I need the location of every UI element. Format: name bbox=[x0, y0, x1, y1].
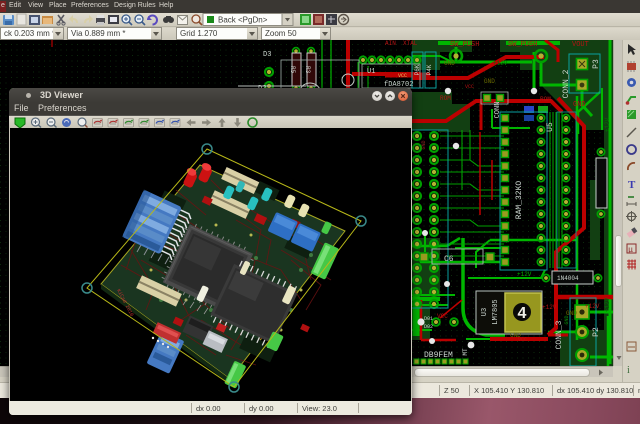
svg-text:T: T bbox=[628, 179, 636, 191]
svg-text:P4K: P4K bbox=[426, 64, 433, 75]
svg-text:+12V: +12V bbox=[604, 117, 611, 132]
svg-text:GND: GND bbox=[484, 78, 495, 85]
svg-text:SW_PUSH: SW_PUSH bbox=[508, 41, 537, 49]
svg-text:VCC: VCC bbox=[398, 73, 407, 79]
svg-text:µ: µ bbox=[628, 245, 633, 254]
svg-text:DB9FEM: DB9FEM bbox=[424, 351, 453, 360]
svg-text:U3: U3 bbox=[481, 308, 489, 316]
svg-text:CONN: CONN bbox=[494, 102, 502, 119]
svg-text:D3: D3 bbox=[263, 51, 271, 59]
svg-text:U5: U5 bbox=[546, 122, 555, 132]
svg-text:4: 4 bbox=[518, 305, 527, 322]
svg-text:U1: U1 bbox=[367, 68, 375, 76]
svg-text:AIN: AIN bbox=[385, 40, 396, 47]
svg-text:Back <PgDn>: Back <PgDn> bbox=[218, 16, 268, 25]
svg-text:R3: R3 bbox=[304, 66, 311, 74]
svg-text:P2: P2 bbox=[592, 327, 601, 337]
svg-text:ROM: ROM bbox=[440, 95, 451, 102]
svg-text:VCC: VCC bbox=[465, 84, 474, 90]
svg-text:D02: D02 bbox=[424, 324, 433, 330]
svg-text:CONN_3: CONN_3 bbox=[555, 320, 564, 349]
svg-text:+12V: +12V bbox=[604, 297, 611, 312]
svg-text:1N4004: 1N4004 bbox=[557, 275, 579, 282]
svg-text:P3: P3 bbox=[592, 59, 601, 69]
svg-text:GND: GND bbox=[510, 332, 521, 339]
svg-text:VCC: VCC bbox=[437, 313, 448, 320]
svg-text:MT: MT bbox=[462, 348, 469, 356]
svg-text:+12V: +12V bbox=[542, 304, 557, 311]
svg-text:+12V: +12V bbox=[585, 303, 600, 310]
svg-text:GND: GND bbox=[421, 140, 427, 149]
svg-text:i: i bbox=[627, 365, 630, 376]
svg-text:+12V: +12V bbox=[493, 60, 508, 67]
svg-text:GND: GND bbox=[573, 101, 586, 109]
svg-text:R5: R5 bbox=[289, 66, 296, 74]
svg-text:RAM_32KO: RAM_32KO bbox=[515, 181, 524, 220]
svg-text:ROM: ROM bbox=[540, 96, 551, 103]
svg-text:GND: GND bbox=[564, 315, 570, 324]
svg-text:C6: C6 bbox=[444, 255, 454, 264]
svg-text:+12V: +12V bbox=[517, 271, 532, 278]
svg-text:SW_PUSH: SW_PUSH bbox=[450, 41, 479, 49]
svg-text:LM7805: LM7805 bbox=[492, 299, 500, 324]
svg-text:D01: D01 bbox=[424, 316, 433, 322]
svg-text:XTAL: XTAL bbox=[403, 40, 418, 47]
svg-text:GND: GND bbox=[444, 60, 455, 67]
svg-text:CONN_2: CONN_2 bbox=[562, 69, 571, 98]
svg-text:VOUT: VOUT bbox=[572, 41, 589, 49]
svg-text:P6K: P6K bbox=[414, 64, 421, 75]
